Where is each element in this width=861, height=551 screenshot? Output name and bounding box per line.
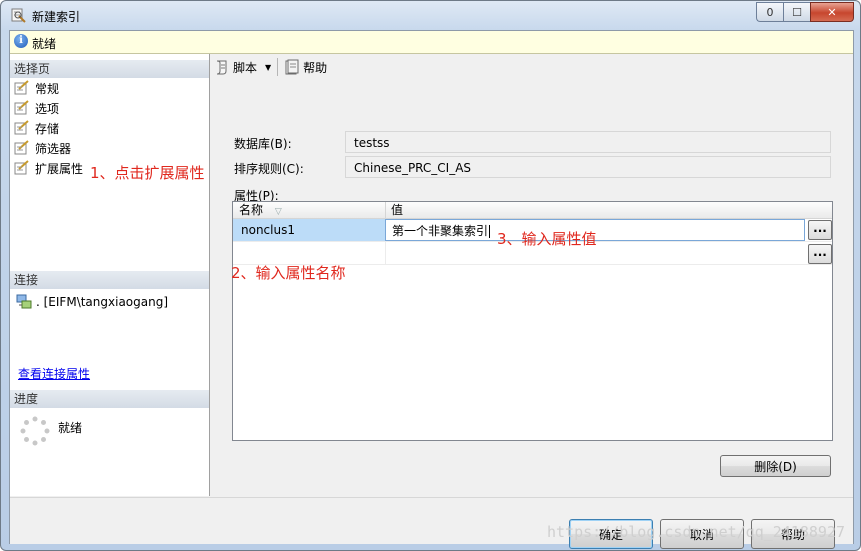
page-options[interactable]: 选项 — [14, 99, 59, 117]
right-pane: 脚本 ▼ 帮助 数据库(B): testss 排序规则(C): Chinese_… — [210, 54, 853, 496]
column-header-name[interactable]: 名称 ▽ — [233, 202, 385, 218]
annotation-step3: 3、输入属性值 — [497, 230, 597, 248]
close-icon: ✕ — [827, 5, 837, 19]
database-field: testss — [345, 131, 831, 153]
column-header-value[interactable]: 值 — [385, 202, 805, 218]
annotation-step2: 2、输入属性名称 — [231, 264, 346, 282]
help-icon — [285, 59, 299, 75]
page-storage[interactable]: 存储 — [14, 119, 59, 137]
property-value-text: 第一个非聚集索引 — [392, 224, 489, 238]
dialog-button-bar: 确定 取消 帮助 https://blog.csdn.net/qq_241889… — [10, 497, 853, 549]
page-filter[interactable]: 筛选器 — [14, 139, 71, 157]
page-general[interactable]: 常规 — [14, 79, 59, 97]
server-connection-icon — [16, 294, 32, 309]
left-pane: 选择页 常规 选项 存储 筛选器 扩展属性 1、点击扩展属性 连接 . [EIF… — [10, 54, 210, 496]
script-icon — [216, 60, 227, 75]
progress-header: 进度 — [10, 390, 209, 408]
page-label: 筛选器 — [35, 141, 72, 156]
text-caret — [489, 225, 491, 238]
sort-icon: ▽ — [274, 207, 282, 217]
close-button[interactable]: ✕ — [810, 2, 854, 22]
value-ellipsis-button[interactable]: ... — [808, 244, 832, 264]
maximize-button[interactable]: ☐ — [783, 2, 810, 22]
progress-spinner-icon — [20, 416, 50, 446]
title-bar[interactable]: 新建索引 0 ☐ ✕ — [1, 1, 860, 29]
index-icon — [11, 8, 26, 23]
dialog-client: i 就绪 选择页 常规 选项 存储 筛选器 扩展属性 1、点击扩展属性 连接 .… — [9, 30, 854, 549]
page-icon — [14, 100, 29, 115]
select-page-header: 选择页 — [10, 60, 209, 78]
grid-header: 名称 ▽ 值 — [233, 202, 832, 219]
minimize-button[interactable]: 0 — [756, 2, 783, 22]
dropdown-arrow-icon: ▼ — [265, 62, 272, 72]
help-toolbar-button[interactable]: 帮助 — [280, 56, 331, 78]
connection-text: . [EIFM\tangxiaogang] — [36, 295, 169, 309]
script-label: 脚本 — [233, 60, 258, 75]
page-icon — [14, 160, 29, 175]
minimize-icon: 0 — [766, 5, 774, 19]
connection-header: 连接 — [10, 271, 209, 289]
status-text: 就绪 — [32, 37, 57, 51]
collation-label: 排序规则(C): — [234, 162, 304, 176]
page-label: 扩展属性 — [35, 161, 84, 176]
page-label: 常规 — [35, 81, 60, 96]
toolbar: 脚本 ▼ 帮助 — [210, 54, 853, 80]
status-bar: i 就绪 — [10, 31, 853, 54]
property-name-cell[interactable]: nonclus1 — [233, 219, 385, 241]
page-label: 选项 — [35, 101, 60, 116]
page-label: 存储 — [35, 121, 60, 136]
delete-button-label: 删除(D) — [754, 459, 797, 474]
view-connection-properties-link[interactable]: 查看连接属性 — [18, 365, 90, 382]
page-extended-properties[interactable]: 扩展属性 — [14, 159, 83, 177]
database-label: 数据库(B): — [234, 137, 292, 151]
script-button[interactable]: 脚本 ▼ — [210, 56, 275, 78]
progress-text: 就绪 — [58, 421, 83, 435]
maximize-icon: ☐ — [792, 5, 802, 19]
toolbar-separator — [277, 58, 279, 76]
annotation-step1: 1、点击扩展属性 — [90, 164, 205, 182]
page-icon — [14, 120, 29, 135]
collation-field: Chinese_PRC_CI_AS — [345, 156, 831, 178]
delete-button[interactable]: 删除(D) — [720, 455, 831, 477]
properties-grid: 名称 ▽ 值 nonclus1 第一个非聚集索引 ... ... 2、输入属性名… — [231, 201, 833, 441]
window-title: 新建索引 — [32, 10, 81, 24]
value-ellipsis-button[interactable]: ... — [808, 220, 832, 240]
property-name-cell[interactable] — [233, 242, 385, 264]
watermark-text: https://blog.csdn.net/qq_24188927 — [546, 523, 845, 541]
info-icon: i — [14, 34, 28, 48]
column-value-label: 值 — [391, 203, 404, 217]
dialog-window: 新建索引 0 ☐ ✕ i 就绪 选择页 常规 选项 存储 筛选器 扩展属性 1、… — [0, 0, 861, 551]
help-label: 帮助 — [303, 60, 328, 75]
page-icon — [14, 80, 29, 95]
connection-info: . [EIFM\tangxiaogang] — [16, 294, 168, 310]
page-icon — [14, 140, 29, 155]
column-name-label: 名称 — [239, 203, 264, 217]
